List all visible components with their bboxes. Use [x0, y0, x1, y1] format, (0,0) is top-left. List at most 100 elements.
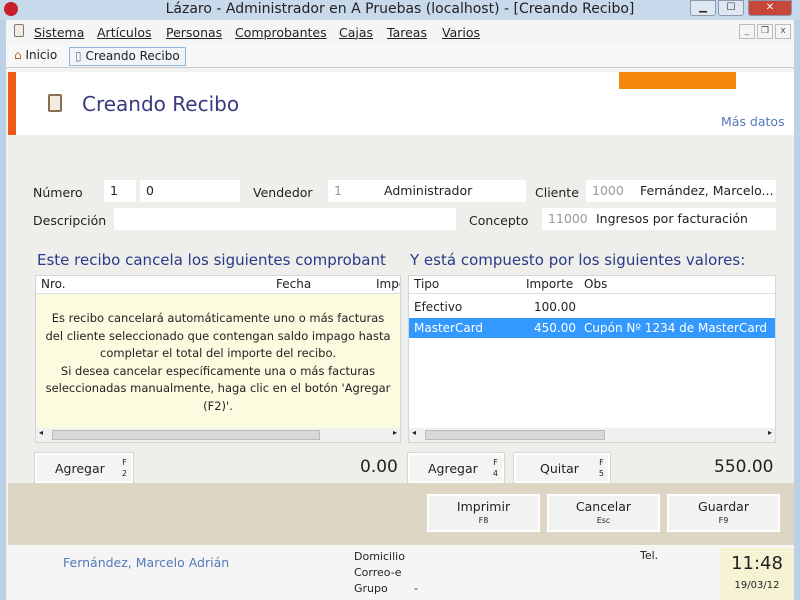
mdi-restore-button[interactable]: ❐ [757, 24, 773, 39]
cell-tipo: Efectivo [414, 300, 463, 314]
right-section-title: Y está compuesto por los siguientes valo… [410, 251, 746, 269]
menu-varios[interactable]: Varios [442, 25, 480, 40]
column-importe[interactable]: Impo [376, 276, 400, 293]
numero-prefix-field[interactable]: 1 [104, 180, 136, 202]
concepto-label: Concepto [469, 213, 529, 228]
page-title: Creando Recibo [82, 92, 240, 116]
mdi-minimize-button[interactable]: _ [739, 24, 755, 39]
grid-header: Tipo Importe Obs [409, 276, 775, 294]
cliente-field[interactable]: 1000 Fernández, Marcelo... [586, 180, 776, 202]
shortcut-key: Esc [596, 516, 611, 525]
page-header: Creando Recibo Más datos [8, 72, 794, 135]
home-icon: ⌂ [14, 48, 22, 62]
domicilio-label: Domicilio [354, 550, 405, 563]
window-title: Lázaro - Administrador en A Pruebas (loc… [165, 1, 635, 17]
column-fecha[interactable]: Fecha [276, 276, 311, 293]
cell-tipo: MasterCard [414, 321, 484, 335]
left-section-title: Este recibo cancela los siguientes compr… [37, 251, 386, 269]
menu-articulos[interactable]: Artículos [97, 25, 152, 40]
table-row-selected[interactable]: MasterCard 450.00 Cupón Nº 1234 de Maste… [409, 318, 775, 338]
invoices-grid: Nro. Fecha Impo Es recibo cancelará auto… [35, 275, 401, 443]
tab-inicio[interactable]: ⌂ Inicio [9, 47, 62, 66]
horizontal-scrollbar[interactable]: ◂ ▸ [409, 428, 775, 442]
mdi-close-button[interactable]: x [775, 24, 791, 39]
status-footer: Fernández, Marcelo Adrián Domicilio Corr… [8, 545, 794, 600]
button-label: Imprimir [456, 499, 511, 514]
agregar-valor-button[interactable]: Agregar F 4 [407, 452, 505, 484]
menu-sistema[interactable]: Sistema [34, 25, 84, 40]
scrollbar-thumb[interactable] [52, 430, 320, 440]
shortcut-key: F9 [718, 516, 729, 525]
column-obs[interactable]: Obs [584, 276, 607, 293]
menu-comprobantes[interactable]: Comprobantes [235, 25, 327, 40]
app-window: Sistema Artículos Personas Comprobantes … [6, 20, 794, 600]
shortcut-key: F5 [598, 458, 604, 478]
action-bar: Imprimir F8 Cancelar Esc Guardar F9 [8, 483, 794, 545]
menu-cajas[interactable]: Cajas [339, 25, 373, 40]
concepto-id: 11000 [548, 211, 588, 226]
cliente-name: Fernández, Marcelo... [640, 183, 774, 198]
button-label: Quitar [540, 461, 579, 476]
button-label: Cancelar [575, 499, 632, 514]
imprimir-button[interactable]: Imprimir F8 [427, 494, 540, 532]
grupo-label: Grupo [354, 582, 388, 595]
menu-tareas[interactable]: Tareas [387, 25, 427, 40]
cell-importe: 100.00 [534, 300, 576, 314]
numero-field[interactable]: 0 [140, 180, 240, 202]
tab-bar: ⌂ Inicio ▯ Creando Recibo [6, 44, 794, 68]
maximize-button[interactable]: ☐ [718, 0, 744, 16]
tab-creando-recibo[interactable]: ▯ Creando Recibo [69, 47, 186, 66]
receipt-form: Número 1 0 Vendedor 1 Administrador Clien… [8, 135, 794, 484]
agregar-comprobante-button[interactable]: Agregar F 2 [34, 452, 134, 484]
vendedor-field[interactable]: 1 Administrador [328, 180, 526, 202]
cell-obs: Cupón Nº 1234 de MasterCard [584, 321, 768, 335]
close-button[interactable]: ✕ [748, 0, 792, 16]
horizontal-scrollbar[interactable]: ◂ ▸ [36, 428, 400, 442]
numero-label: Número [33, 185, 83, 200]
guardar-button[interactable]: Guardar F9 [667, 494, 780, 532]
shortcut-key: F2 [121, 458, 127, 478]
grid-header: Nro. Fecha Impo [36, 276, 400, 294]
descripcion-field[interactable] [114, 208, 456, 230]
values-grid: Tipo Importe Obs Efectivo 100.00 MasterC… [408, 275, 776, 443]
title-bar: Lázaro - Administrador en A Pruebas (loc… [0, 0, 800, 20]
cancelar-button[interactable]: Cancelar Esc [547, 494, 660, 532]
document-icon: ▯ [75, 49, 82, 63]
time: 11:48 [731, 553, 783, 574]
quitar-valor-button[interactable]: Quitar F 5 [513, 452, 611, 484]
grupo-value: - [414, 582, 418, 595]
document-icon [14, 24, 24, 37]
vendedor-label: Vendedor [253, 185, 313, 200]
vendedor-name: Administrador [384, 183, 473, 198]
app-logo-icon [4, 2, 18, 16]
accent-block [619, 72, 736, 89]
right-total: 550.00 [714, 457, 774, 477]
client-name: Fernández, Marcelo Adrián [63, 555, 230, 570]
table-row[interactable]: Efectivo 100.00 [409, 297, 775, 317]
accent-bar [8, 72, 16, 135]
concepto-name: Ingresos por facturación [596, 211, 748, 226]
tel-label: Tel. [640, 549, 659, 562]
tab-label: Inicio [25, 48, 58, 62]
scrollbar-thumb[interactable] [425, 430, 605, 440]
menu-personas[interactable]: Personas [166, 25, 222, 40]
tab-label: Creando Recibo [85, 49, 180, 63]
column-tipo[interactable]: Tipo [414, 276, 439, 293]
minimize-button[interactable]: ▁ [690, 0, 716, 16]
more-data-link[interactable]: Más datos [721, 114, 785, 129]
menu-bar: Sistema Artículos Personas Comprobantes … [6, 20, 794, 44]
button-label: Agregar [55, 461, 105, 476]
shortcut-key: F8 [478, 516, 489, 525]
cliente-id: 1000 [592, 183, 624, 198]
button-label: Guardar [698, 499, 749, 514]
column-nro[interactable]: Nro. [41, 276, 66, 293]
column-importe[interactable]: Importe [526, 276, 573, 293]
cell-importe: 450.00 [534, 321, 576, 335]
button-label: Agregar [428, 461, 478, 476]
cliente-label: Cliente [535, 185, 579, 200]
correo-label: Correo-e [354, 566, 402, 579]
vendedor-id: 1 [334, 183, 342, 198]
descripcion-label: Descripción [33, 213, 107, 228]
concepto-field[interactable]: 11000 Ingresos por facturación [542, 208, 776, 230]
clock: 11:48 19/03/12 [720, 548, 794, 600]
